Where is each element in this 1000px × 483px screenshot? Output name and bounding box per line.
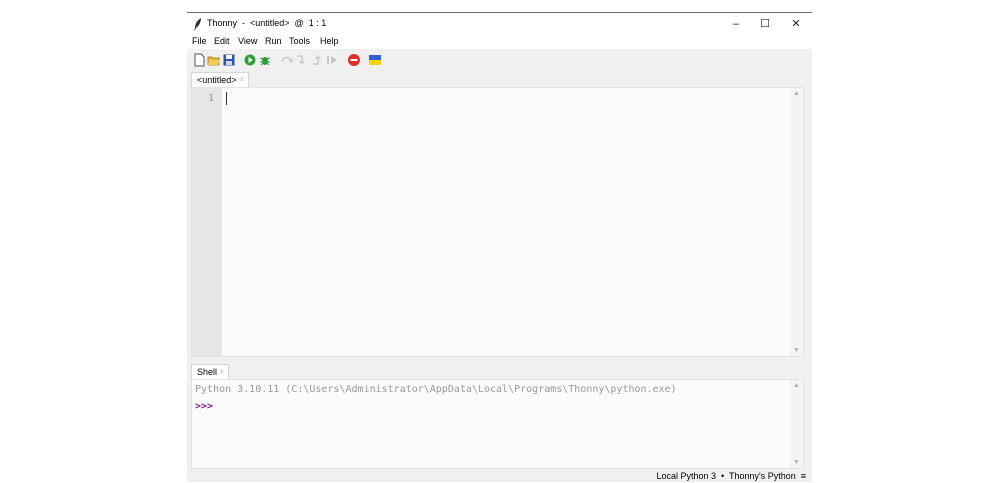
run-icon[interactable]	[243, 53, 257, 67]
scroll-up-icon[interactable]: ▲	[793, 90, 800, 97]
toolbar	[187, 49, 812, 71]
window-title: Thonny - <untitled> @ 1 : 1	[207, 18, 327, 28]
shell-tab-label: Shell	[197, 367, 218, 377]
status-bar: Local Python 3 • Thonny's Python ≡	[187, 469, 812, 483]
menu-run[interactable]: Run	[265, 36, 282, 46]
menu-tools[interactable]: Tools	[289, 36, 310, 46]
close-shell-icon[interactable]: ×	[219, 367, 224, 376]
line-number: 1	[207, 93, 214, 104]
line-number-gutter: 1	[192, 88, 222, 356]
code-editor[interactable]: 1 ▲ ▼	[191, 87, 804, 357]
new-file-icon[interactable]	[192, 53, 206, 67]
thonny-window: Thonny - <untitled> @ 1 : 1 – ☐ ✕ File E…	[187, 12, 812, 482]
menu-file[interactable]: File	[192, 36, 207, 46]
shell-panel[interactable]: Python 3.10.11 (C:\Users\Administrator\A…	[191, 379, 804, 469]
menu-bar: File Edit View Run Tools Help	[187, 35, 812, 49]
text-cursor	[226, 92, 227, 105]
minimize-button[interactable]: –	[723, 16, 749, 32]
shell-scroll-up-icon[interactable]: ▲	[793, 382, 800, 389]
step-over-icon[interactable]	[280, 53, 294, 67]
stop-icon[interactable]	[347, 53, 361, 67]
interpreter-selector[interactable]: Local Python 3 • Thonny's Python ≡	[656, 471, 806, 481]
save-icon[interactable]	[222, 53, 236, 67]
close-button[interactable]: ✕	[783, 16, 809, 32]
ukraine-flag-icon[interactable]	[368, 53, 382, 67]
step-out-icon[interactable]	[310, 53, 324, 67]
menu-help[interactable]: Help	[320, 36, 339, 46]
maximize-button[interactable]: ☐	[752, 16, 778, 32]
menu-edit[interactable]: Edit	[214, 36, 230, 46]
tab-label: <untitled>	[197, 75, 237, 85]
shell-scrollbar[interactable]: ▲ ▼	[790, 380, 803, 468]
resume-icon[interactable]	[325, 53, 339, 67]
thonny-feather-icon	[194, 18, 201, 30]
debug-icon[interactable]	[258, 53, 272, 67]
shell-prompt: >>>	[195, 401, 214, 412]
close-tab-icon[interactable]: ×	[239, 75, 244, 84]
menu-view[interactable]: View	[238, 36, 257, 46]
tab-untitled[interactable]: <untitled> ×	[191, 72, 249, 87]
title-bar: Thonny - <untitled> @ 1 : 1 – ☐ ✕	[187, 13, 812, 35]
tab-shell[interactable]: Shell ×	[191, 364, 229, 379]
step-into-icon[interactable]	[295, 53, 309, 67]
editor-scrollbar[interactable]: ▲ ▼	[790, 88, 803, 356]
scroll-down-icon[interactable]: ▼	[793, 347, 800, 354]
python-banner: Python 3.10.11 (C:\Users\Administrator\A…	[195, 384, 677, 395]
shell-scroll-down-icon[interactable]: ▼	[793, 459, 800, 466]
open-folder-icon[interactable]	[207, 53, 221, 67]
